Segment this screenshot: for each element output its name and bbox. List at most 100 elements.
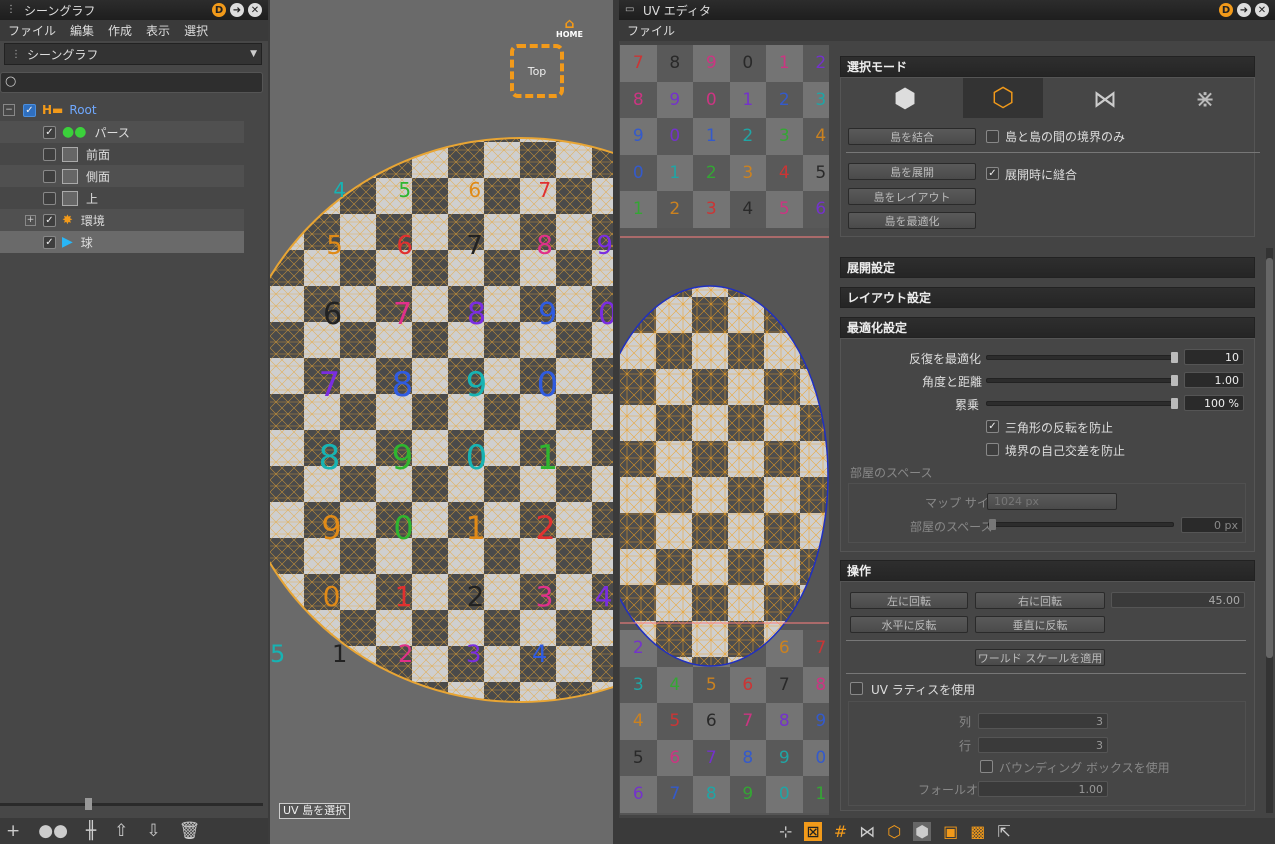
- visibility-checkbox[interactable]: ✓: [23, 103, 36, 117]
- image-icon[interactable]: ▣: [943, 822, 958, 841]
- visibility-checkbox[interactable]: [43, 169, 56, 183]
- menu-view[interactable]: 表示: [146, 22, 170, 39]
- angle-field[interactable]: 1.00: [1184, 372, 1244, 388]
- uv-menu-file[interactable]: ファイル: [627, 22, 675, 39]
- menu-edit[interactable]: 編集: [70, 22, 94, 39]
- unfold-island-button[interactable]: 島を展開: [848, 163, 976, 180]
- edge-mode-button[interactable]: ⋈: [1065, 80, 1145, 118]
- arrow-icon[interactable]: ➜: [1237, 3, 1251, 17]
- checker-number: 5: [398, 178, 412, 202]
- section-select-mode[interactable]: 選択モード: [840, 56, 1255, 77]
- power-field[interactable]: 100 %: [1184, 395, 1244, 411]
- iterations-slider[interactable]: [986, 352, 1178, 363]
- arrow-icon[interactable]: ➜: [230, 3, 244, 17]
- flip-horizontal-button[interactable]: 水平に反転: [850, 616, 968, 633]
- visibility-checkbox[interactable]: [43, 191, 56, 205]
- island-icon[interactable]: ⬡: [887, 822, 901, 841]
- room-space-slider[interactable]: [988, 519, 1174, 530]
- add-icon[interactable]: +: [6, 821, 20, 841]
- scene-tree: − ✓ H▬ Root ✓ ●● パース 前面 側面 上 + ✓ ✸ 環境 ✓ …: [0, 99, 244, 259]
- home-button[interactable]: ⌂ HOME: [556, 16, 583, 39]
- rotate-angle-field[interactable]: 45.00: [1111, 592, 1245, 608]
- scene-graph-title: シーングラフ: [24, 3, 96, 18]
- tree-row-perspective[interactable]: ✓ ●● パース: [0, 121, 244, 143]
- trash-icon[interactable]: 🗑: [179, 821, 201, 841]
- group-icon[interactable]: ╫: [86, 821, 96, 841]
- checker-number: 3: [466, 640, 482, 668]
- tree-row-root[interactable]: − ✓ H▬ Root: [0, 99, 244, 121]
- merge-islands-button[interactable]: 島を結合: [848, 128, 976, 145]
- flip-vertical-button[interactable]: 垂直に反転: [975, 616, 1105, 633]
- prevent-self-checkbox[interactable]: [986, 443, 999, 456]
- snap-icon[interactable]: ⊹: [779, 822, 792, 841]
- visibility-checkbox[interactable]: ✓: [43, 125, 56, 139]
- tree-row-front[interactable]: 前面: [0, 143, 244, 165]
- scrollbar-thumb[interactable]: [1266, 258, 1273, 658]
- link-icon[interactable]: ●●: [38, 821, 68, 841]
- visibility-checkbox[interactable]: ✓: [43, 235, 56, 249]
- world-scale-button[interactable]: ワールド スケールを適用: [975, 649, 1105, 666]
- transform-icon[interactable]: ⇱: [997, 822, 1010, 841]
- map-size-dropdown[interactable]: 1024 px: [987, 493, 1117, 510]
- power-slider[interactable]: [986, 398, 1178, 409]
- optimize-island-button[interactable]: 島を最適化: [848, 212, 976, 229]
- stitch-on-unfold-checkbox[interactable]: ✓: [986, 167, 999, 180]
- move-down-icon[interactable]: ⇩: [146, 821, 160, 841]
- room-space-field[interactable]: 0 px: [1181, 517, 1243, 533]
- checker-number: 6: [468, 178, 482, 202]
- checker-number: 1: [536, 438, 559, 478]
- tree-row-top[interactable]: 上: [0, 187, 244, 209]
- dock-icon[interactable]: D: [1219, 3, 1233, 17]
- home-icon: ⌂: [564, 16, 575, 32]
- close-icon[interactable]: ✕: [1255, 3, 1269, 17]
- 3d-viewport[interactable]: 4 5 6 7 5 6 7 8 9 6 7 8 9 0 7 8 9 0 8 9 0 1 9 0 1 2 0 1 2 3 4 1 2 3 4 5 Top…: [270, 0, 613, 844]
- menu-select[interactable]: 選択: [184, 22, 208, 39]
- zoom-slider-knob[interactable]: [85, 798, 92, 810]
- rows-field[interactable]: 3: [978, 737, 1108, 753]
- island-mode-button[interactable]: ⬡: [963, 78, 1043, 118]
- view-cube[interactable]: Top: [510, 44, 564, 98]
- angle-slider[interactable]: [986, 375, 1178, 386]
- face-icon[interactable]: ⬢: [913, 821, 932, 841]
- zoom-slider[interactable]: [0, 798, 263, 810]
- grid-icon[interactable]: #: [834, 822, 847, 841]
- falloff-field[interactable]: 1.00: [978, 781, 1108, 797]
- menu-create[interactable]: 作成: [108, 22, 132, 39]
- section-unfold-settings[interactable]: 展開設定: [840, 257, 1255, 278]
- properties-scrollbar[interactable]: [1266, 248, 1273, 813]
- frame-icon[interactable]: ⊠: [804, 821, 822, 841]
- checker-icon[interactable]: ▩: [970, 822, 985, 841]
- section-optimize-settings[interactable]: 最適化設定: [840, 317, 1255, 338]
- visibility-checkbox[interactable]: [43, 147, 56, 161]
- uv-editor-icon: ▭: [625, 4, 635, 15]
- use-bbox-checkbox[interactable]: [980, 760, 993, 773]
- menu-file[interactable]: ファイル: [8, 22, 56, 39]
- columns-field[interactable]: 3: [978, 713, 1108, 729]
- move-up-icon[interactable]: ⇧: [114, 821, 128, 841]
- uv-canvas[interactable]: 7890128901239012340123451234562345673456…: [620, 45, 830, 815]
- layout-island-button[interactable]: 島をレイアウト: [848, 188, 976, 205]
- mesh-icon[interactable]: ⋈: [859, 822, 875, 841]
- collapse-icon[interactable]: −: [3, 104, 15, 116]
- rotate-right-button[interactable]: 右に回転: [975, 592, 1105, 609]
- scene-dropdown[interactable]: ⋮ シーングラフ ▼: [4, 43, 262, 65]
- section-operations[interactable]: 操作: [840, 560, 1255, 581]
- scene-search-input[interactable]: ○: [0, 72, 263, 93]
- room-space-group: [848, 483, 1246, 543]
- vertex-mode-button[interactable]: ⬢: [865, 80, 945, 118]
- tree-row-environment[interactable]: + ✓ ✸ 環境: [0, 209, 244, 231]
- border-only-checkbox[interactable]: [986, 130, 999, 143]
- tree-row-sphere[interactable]: ✓ ▶ 球: [0, 231, 244, 253]
- iterations-field[interactable]: 10: [1184, 349, 1244, 365]
- expand-icon[interactable]: +: [25, 214, 36, 226]
- rotate-left-button[interactable]: 左に回転: [850, 592, 968, 609]
- face-mode-button[interactable]: ⋇: [1165, 80, 1245, 118]
- tree-row-side[interactable]: 側面: [0, 165, 244, 187]
- prevent-flip-checkbox[interactable]: ✓: [986, 420, 999, 433]
- use-lattice-checkbox[interactable]: [850, 682, 863, 695]
- section-layout-settings[interactable]: レイアウト設定: [840, 287, 1255, 308]
- visibility-checkbox[interactable]: ✓: [43, 213, 56, 227]
- dock-icon[interactable]: D: [212, 3, 226, 17]
- sphere-icon: ▶: [62, 234, 73, 250]
- close-icon[interactable]: ✕: [248, 3, 262, 17]
